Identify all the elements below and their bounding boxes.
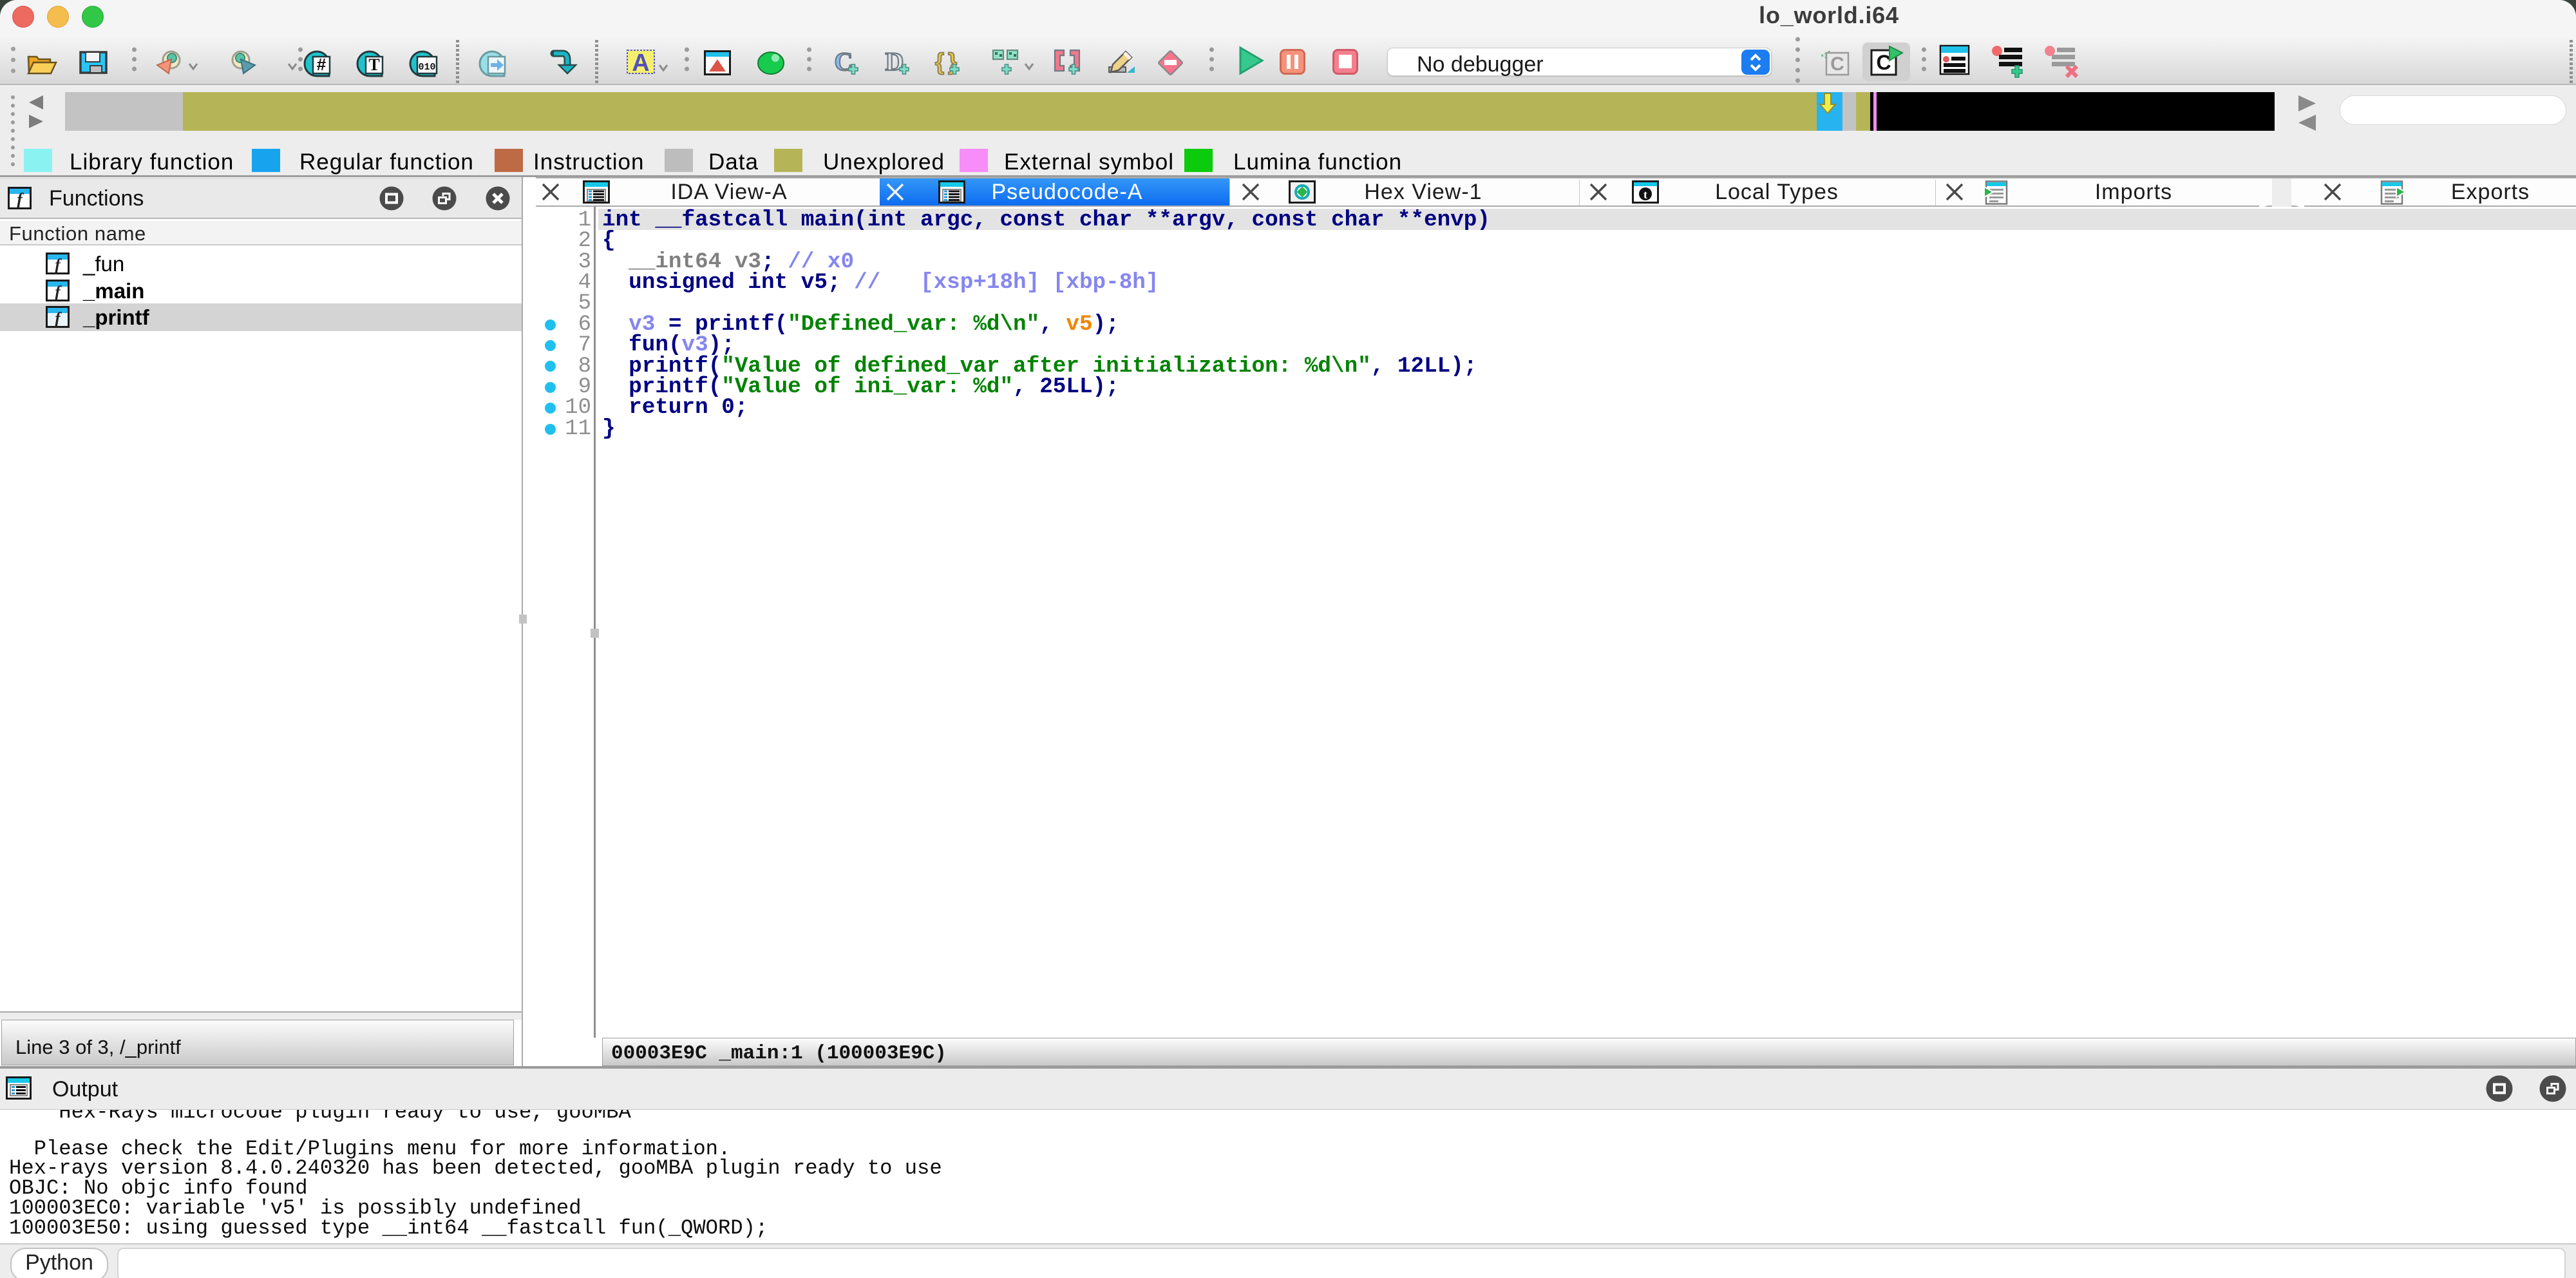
svg-text:{: { [935, 48, 944, 75]
svg-text:t: t [1643, 188, 1647, 201]
svg-text:C: C [1830, 53, 1844, 75]
svg-text:010: 010 [418, 62, 435, 73]
svg-text:C: C [835, 47, 853, 76]
svg-text:T: T [368, 55, 379, 74]
svg-text:#: # [317, 55, 327, 74]
svg-text:A: A [632, 50, 649, 77]
svg-text:D: D [886, 47, 904, 76]
